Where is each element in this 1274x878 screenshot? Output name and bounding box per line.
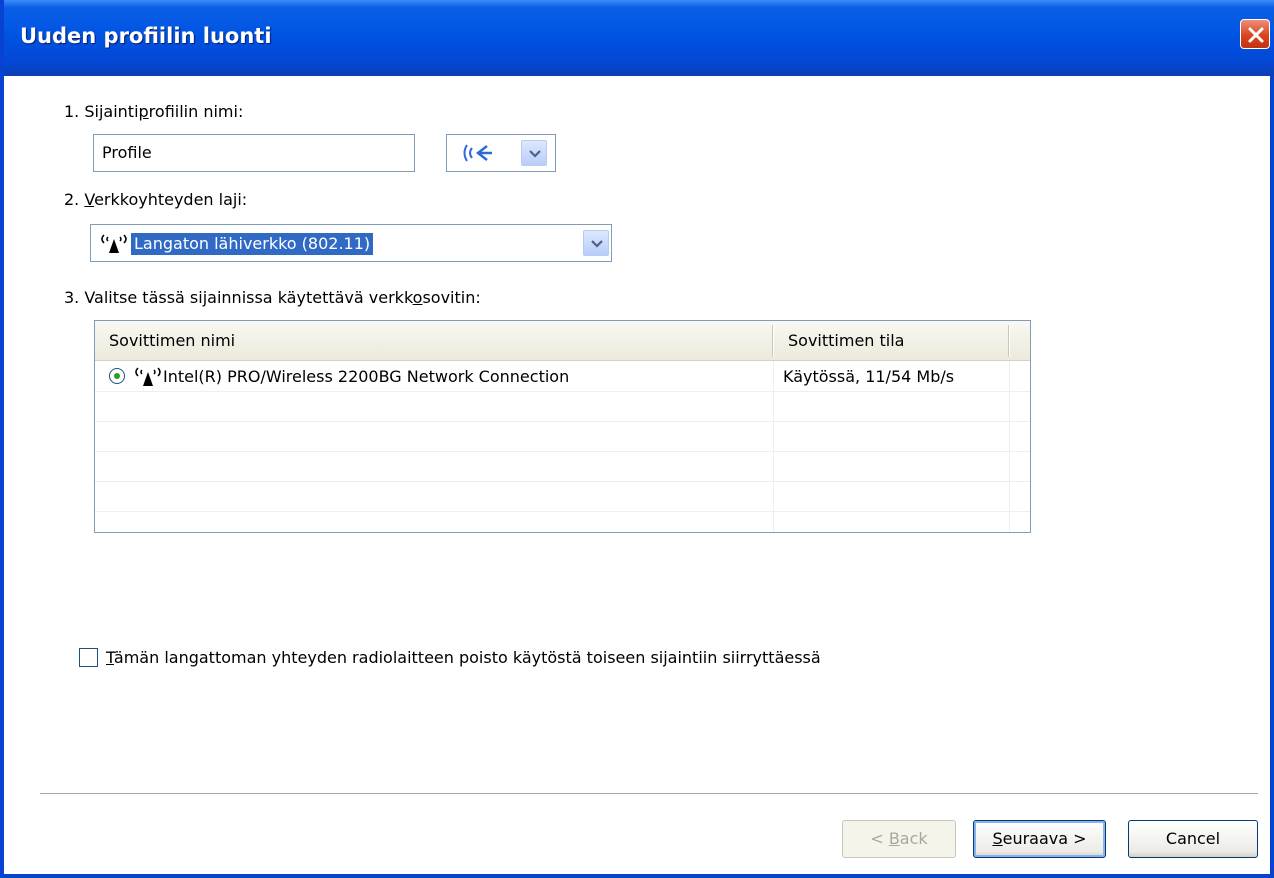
column-divider[interactable] bbox=[1008, 325, 1010, 357]
profile-wizard-window: Uuden profiilin luonti 1. Sijaintiprofii… bbox=[0, 0, 1274, 878]
column-separator bbox=[1009, 361, 1010, 532]
row-separator bbox=[95, 391, 1030, 392]
column-separator bbox=[773, 361, 774, 532]
broadcast-icon bbox=[463, 144, 492, 162]
wireless-antenna-icon bbox=[135, 367, 161, 386]
row-separator bbox=[95, 511, 1030, 512]
row-separator bbox=[95, 481, 1030, 482]
column-header-adapter-name-label: Sovittimen nimi bbox=[109, 331, 236, 350]
adapter-select-label: 3. Valitse tässä sijainnissa käytettävä … bbox=[64, 288, 481, 307]
adapter-list-header: Sovittimen nimi Sovittimen tila bbox=[95, 321, 1030, 361]
profile-icon-dropdown[interactable] bbox=[446, 134, 556, 172]
back-button[interactable]: < Back bbox=[842, 820, 956, 858]
window-title: Uuden profiilin luonti bbox=[20, 24, 272, 48]
chevron-down-icon bbox=[529, 150, 541, 158]
next-button[interactable]: Seuraava > bbox=[973, 820, 1106, 858]
column-header-adapter-status-label: Sovittimen tila bbox=[788, 331, 905, 350]
profile-name-value: Profile bbox=[102, 143, 152, 162]
column-header-adapter-status[interactable]: Sovittimen tila bbox=[774, 321, 1008, 361]
row-separator bbox=[95, 421, 1030, 422]
connection-type-dropdown-arrow[interactable] bbox=[583, 230, 609, 256]
chevron-down-icon bbox=[591, 240, 603, 248]
title-bar[interactable]: Uuden profiilin luonti bbox=[4, 0, 1274, 76]
adapter-status-cell: Käytössä, 11/54 Mb/s bbox=[783, 367, 955, 386]
profile-icon-dropdown-arrow[interactable] bbox=[521, 140, 547, 166]
connection-type-selected: Langaton lähiverkko (802.11) bbox=[131, 233, 374, 255]
row-separator bbox=[95, 451, 1030, 452]
disable-radio-label[interactable]: Tämän langattoman yhteyden radiolaitteen… bbox=[106, 648, 821, 667]
profile-name-label: 1. Sijaintiprofiilin nimi: bbox=[64, 102, 244, 121]
adapter-radio-button[interactable] bbox=[109, 368, 125, 384]
footer-separator bbox=[40, 793, 1258, 795]
disable-radio-checkbox[interactable] bbox=[79, 648, 98, 667]
cancel-button[interactable]: Cancel bbox=[1128, 820, 1258, 858]
column-header-adapter-name[interactable]: Sovittimen nimi bbox=[95, 321, 772, 361]
connection-type-label: 2. Verkkoyhteyden laji: bbox=[64, 190, 248, 209]
adapter-list[interactable]: Sovittimen nimi Sovittimen tila Intel(R)… bbox=[94, 320, 1031, 533]
close-icon bbox=[1248, 27, 1264, 43]
close-button[interactable] bbox=[1240, 19, 1270, 49]
connection-type-dropdown[interactable]: Langaton lähiverkko (802.11) bbox=[90, 224, 612, 262]
adapter-name-cell: Intel(R) PRO/Wireless 2200BG Network Con… bbox=[163, 367, 570, 386]
profile-name-input[interactable]: Profile bbox=[93, 134, 415, 172]
radio-selected-dot bbox=[114, 373, 120, 379]
wireless-antenna-icon bbox=[101, 234, 127, 253]
